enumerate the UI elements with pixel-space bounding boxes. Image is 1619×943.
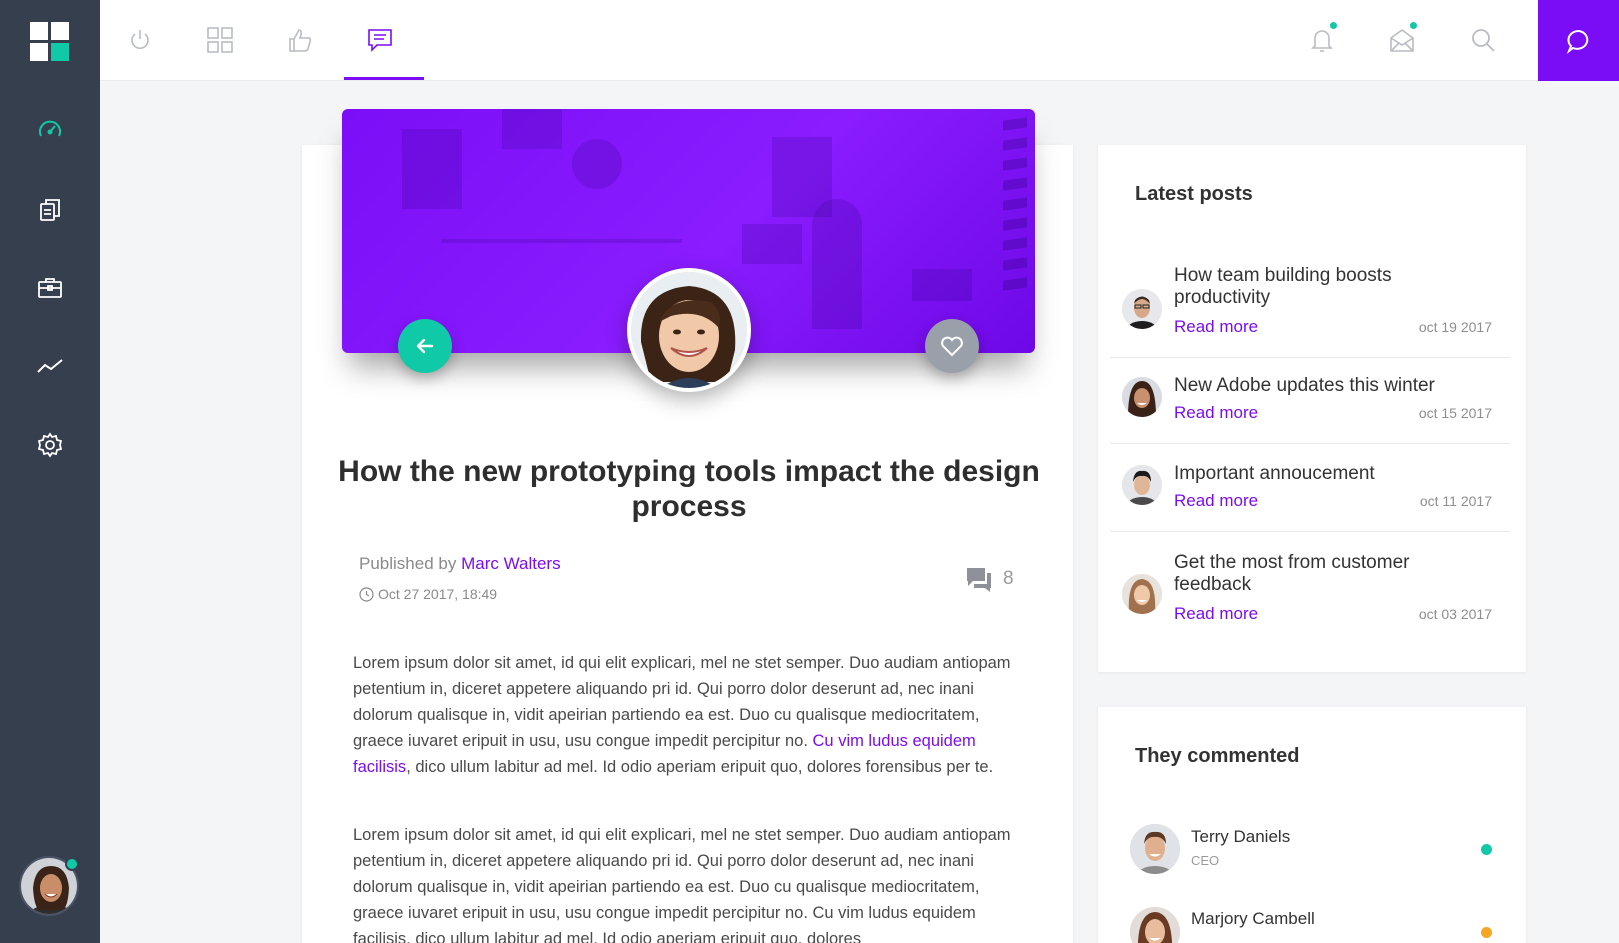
online-status-indicator bbox=[65, 857, 79, 871]
article-date-text: Oct 27 2017, 18:49 bbox=[378, 586, 498, 602]
commenter-name[interactable]: Marjory Cambell bbox=[1191, 909, 1315, 929]
post-date: oct 03 2017 bbox=[1418, 606, 1492, 622]
latest-posts-panel: Latest posts How team building boosts pr… bbox=[1098, 145, 1526, 672]
chat-bubble-icon bbox=[1566, 29, 1588, 54]
post-item[interactable]: New Adobe updates this winter Read more … bbox=[1110, 375, 1510, 455]
post-date: oct 19 2017 bbox=[1418, 319, 1492, 335]
published-by-label: Published by bbox=[359, 554, 457, 573]
panel-title: Latest posts bbox=[1135, 183, 1253, 205]
notification-dot bbox=[1329, 21, 1338, 30]
read-more-link[interactable]: Read more bbox=[1174, 604, 1258, 624]
paragraph-text: , dico ullum labitur ad mel. Id odio ape… bbox=[406, 758, 994, 776]
article-byline: Published by Marc Walters bbox=[359, 554, 561, 574]
arrow-left-icon bbox=[416, 338, 434, 354]
post-author-avatar bbox=[1122, 377, 1162, 417]
tab-grid[interactable] bbox=[200, 20, 240, 60]
divider bbox=[1110, 443, 1510, 444]
tab-power[interactable] bbox=[120, 20, 160, 60]
sidebar bbox=[0, 0, 100, 943]
post-author-avatar bbox=[1122, 465, 1162, 505]
read-more-link[interactable]: Read more bbox=[1174, 317, 1258, 337]
post-item[interactable]: How team building boosts productivity Re… bbox=[1110, 265, 1510, 360]
commenter-avatar[interactable] bbox=[1130, 824, 1180, 874]
post-author-avatar bbox=[1122, 289, 1162, 329]
search-icon bbox=[1472, 29, 1495, 52]
author-avatar bbox=[627, 268, 751, 392]
divider bbox=[1110, 357, 1510, 358]
mail-open-icon bbox=[1390, 29, 1414, 52]
comments-icon bbox=[967, 568, 991, 592]
app-logo[interactable] bbox=[30, 22, 69, 62]
commenter-avatar[interactable] bbox=[1130, 907, 1180, 943]
away-status-indicator bbox=[1481, 927, 1492, 938]
thumbs-up-icon bbox=[289, 29, 312, 52]
speedometer-icon bbox=[39, 120, 61, 137]
post-item[interactable]: Get the most from customer feedback Read… bbox=[1110, 552, 1510, 647]
article-date: Oct 27 2017, 18:49 bbox=[359, 586, 497, 602]
sidebar-item-dashboard[interactable] bbox=[30, 110, 70, 150]
author-link[interactable]: Marc Walters bbox=[461, 554, 561, 573]
tab-messages[interactable] bbox=[360, 20, 400, 60]
read-more-link[interactable]: Read more bbox=[1174, 491, 1258, 511]
post-title[interactable]: How team building boosts productivity bbox=[1174, 265, 1474, 309]
comment-count: 8 bbox=[1003, 568, 1014, 589]
sidebar-item-analytics[interactable] bbox=[30, 346, 70, 386]
back-button[interactable] bbox=[398, 319, 452, 373]
post-date: oct 11 2017 bbox=[1419, 493, 1492, 509]
sidebar-item-portfolio[interactable] bbox=[30, 268, 70, 308]
search-button[interactable] bbox=[1463, 20, 1503, 60]
post-date: oct 15 2017 bbox=[1418, 405, 1492, 421]
grid-icon bbox=[207, 27, 233, 53]
bell-icon bbox=[1311, 30, 1333, 52]
post-title[interactable]: Important annoucement bbox=[1174, 463, 1474, 485]
commenter-role: CEO bbox=[1191, 853, 1220, 868]
gear-icon bbox=[37, 432, 63, 458]
tab-likes[interactable] bbox=[280, 20, 320, 60]
documents-icon bbox=[40, 199, 60, 221]
post-title[interactable]: New Adobe updates this winter bbox=[1174, 375, 1474, 397]
heart-icon bbox=[941, 336, 963, 357]
clock-icon bbox=[359, 586, 374, 602]
message-icon bbox=[368, 29, 392, 52]
sidebar-item-settings[interactable] bbox=[30, 425, 70, 465]
sidebar-item-documents[interactable] bbox=[30, 190, 70, 230]
trend-chart-icon bbox=[37, 359, 63, 373]
commenters-panel: They commented Terry Daniels CEO Marjory… bbox=[1098, 707, 1526, 943]
power-icon bbox=[131, 30, 149, 49]
article-paragraph: Lorem ipsum dolor sit amet, id qui elit … bbox=[353, 826, 1011, 943]
post-item[interactable]: Important annoucement Read more oct 11 2… bbox=[1110, 463, 1510, 543]
article-title: How the new prototyping tools impact the… bbox=[338, 455, 1040, 523]
read-more-link[interactable]: Read more bbox=[1174, 403, 1258, 423]
comments-counter[interactable]: 8 bbox=[965, 566, 1014, 592]
post-author-avatar bbox=[1122, 574, 1162, 614]
favorite-button[interactable] bbox=[925, 319, 979, 373]
chat-button[interactable] bbox=[1538, 0, 1619, 81]
inbox-notification-dot bbox=[1409, 21, 1418, 30]
online-status-indicator bbox=[1481, 844, 1492, 855]
commenter-name[interactable]: Terry Daniels bbox=[1191, 827, 1290, 847]
divider bbox=[1110, 531, 1510, 532]
active-tab-indicator bbox=[344, 77, 424, 80]
top-navigation-bar bbox=[100, 0, 1619, 81]
briefcase-icon bbox=[38, 278, 62, 298]
article-paragraph: Lorem ipsum dolor sit amet, id qui elit … bbox=[353, 650, 1025, 780]
panel-title: They commented bbox=[1135, 745, 1300, 767]
post-title[interactable]: Get the most from customer feedback bbox=[1174, 552, 1474, 596]
